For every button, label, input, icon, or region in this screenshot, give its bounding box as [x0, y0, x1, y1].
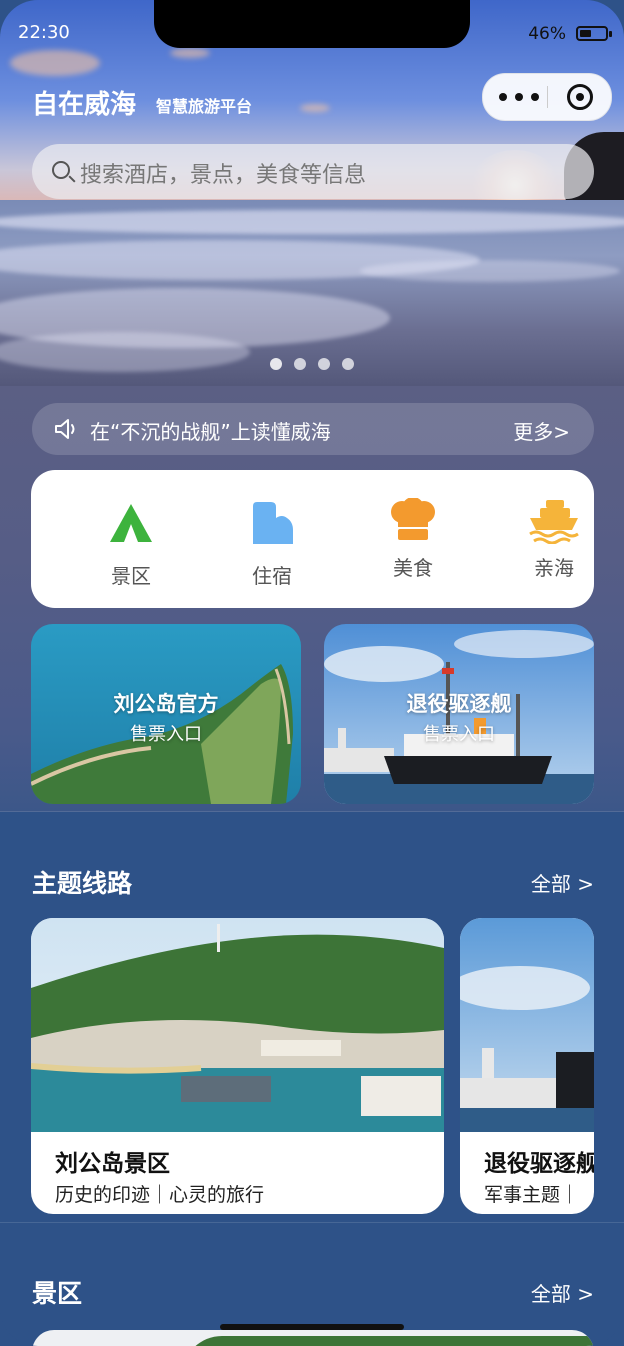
- route-name: 刘公岛景区: [55, 1151, 170, 1177]
- search-bar[interactable]: 搜索酒店，景点，美食等信息: [32, 144, 594, 199]
- chef-hat-icon: [391, 498, 435, 540]
- route-card-liugong-island[interactable]: 刘公岛景区 历史的印迹｜心灵的旅行: [31, 918, 444, 1214]
- battery-percent: 46%: [528, 24, 566, 44]
- status-bar: 22:30 46%: [0, 0, 624, 60]
- status-time: 22:30: [18, 22, 70, 43]
- speaker-icon: [55, 419, 75, 439]
- close-miniprogram-icon[interactable]: [567, 84, 593, 110]
- pager-dot[interactable]: [342, 358, 354, 370]
- home-indicator[interactable]: [220, 1324, 404, 1330]
- ticket-title: 退役驱逐舰: [406, 692, 512, 716]
- routes-section-title: 主题线路: [32, 869, 133, 898]
- route-image: [31, 918, 444, 1132]
- capsule-divider: [547, 86, 548, 108]
- category-label: 住宿: [252, 564, 292, 588]
- hotel-icon: [253, 502, 293, 544]
- banner-pager[interactable]: [270, 358, 354, 370]
- category-seaside[interactable]: 亲海: [504, 496, 604, 580]
- section-divider: [0, 811, 624, 812]
- category-food[interactable]: 美食: [363, 496, 463, 580]
- spot-card[interactable]: [32, 1330, 594, 1346]
- ticket-subtitle: 售票入口: [423, 724, 495, 745]
- app-title: 自在威海: [32, 90, 137, 120]
- spot-image: [182, 1336, 594, 1346]
- app-subtitle: 智慧旅游平台: [156, 97, 253, 116]
- category-label: 亲海: [534, 556, 574, 580]
- ship-icon: [529, 500, 579, 544]
- route-description: 历史的印迹｜心灵的旅行: [55, 1184, 265, 1206]
- battery-icon: [576, 26, 612, 41]
- miniprogram-capsule: [482, 73, 612, 121]
- notice-bar[interactable]: 在“不沉的战舰”上读懂威海 更多>: [32, 403, 594, 455]
- category-lodging[interactable]: 住宿: [222, 496, 322, 588]
- spots-section-title: 景区: [32, 1279, 83, 1308]
- ticket-subtitle: 售票入口: [130, 724, 202, 745]
- pager-dot[interactable]: [318, 358, 330, 370]
- route-description: 军事主题｜: [484, 1184, 580, 1206]
- section-divider: [0, 1222, 624, 1223]
- route-card-destroyer[interactable]: 退役驱逐舰 军事主题｜: [460, 918, 594, 1214]
- category-label: 景区: [111, 564, 151, 588]
- route-image: [460, 918, 594, 1132]
- spots-view-all-link[interactable]: 全部 >: [531, 1278, 594, 1307]
- pager-dot[interactable]: [294, 358, 306, 370]
- more-menu-icon[interactable]: [499, 82, 539, 112]
- search-icon: [52, 161, 70, 179]
- category-scenic[interactable]: 景区: [81, 496, 181, 588]
- search-placeholder: 搜索酒店，景点，美食等信息: [80, 163, 367, 188]
- pager-dot[interactable]: [270, 358, 282, 370]
- notice-text: 在“不沉的战舰”上读懂威海: [90, 420, 331, 444]
- ticket-card-liugong-island[interactable]: 刘公岛官方 售票入口: [31, 624, 301, 804]
- ticket-card-destroyer[interactable]: 退役驱逐舰 售票入口: [324, 624, 594, 804]
- routes-view-all-link[interactable]: 全部 >: [531, 868, 594, 897]
- device-notch: [154, 0, 470, 48]
- category-panel: 景区 住宿 美食 亲海: [31, 470, 594, 608]
- category-label: 美食: [393, 556, 433, 580]
- tent-icon: [110, 504, 152, 542]
- notice-more-link[interactable]: 更多>: [513, 416, 570, 445]
- app-screen: 22:30 46% 自在威海 智慧旅游平台 搜索酒店，景点，美食等信息 在“不沉…: [0, 0, 624, 1346]
- ticket-title: 刘公岛官方: [113, 692, 219, 716]
- route-name: 退役驱逐舰: [484, 1151, 594, 1177]
